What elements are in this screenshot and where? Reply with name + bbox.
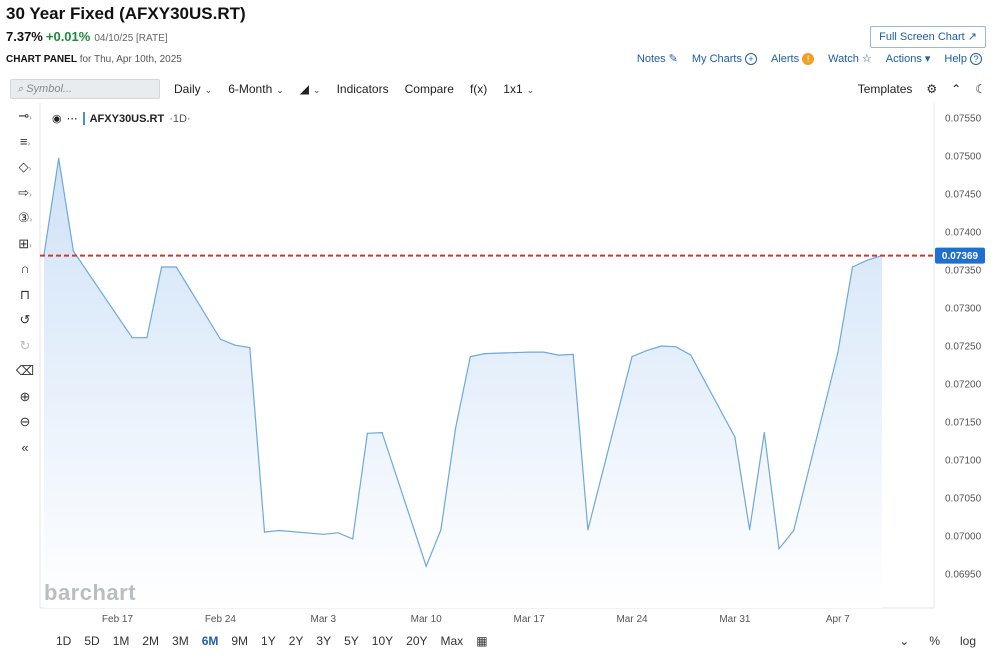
data-point <box>587 529 589 531</box>
range-20y[interactable]: 20Y <box>406 634 427 648</box>
data-point <box>793 529 795 532</box>
data-point <box>469 356 471 358</box>
range-selector: 1D 5D 1M 2M 3M 6M 9M 1Y 2Y 3Y 5Y 10Y 20Y Max ▦ <box>56 634 501 648</box>
data-point <box>646 350 648 352</box>
data-point <box>660 345 663 347</box>
data-point <box>557 354 560 356</box>
bottom-right-controls: ⌄ % log <box>899 634 976 648</box>
data-point <box>572 353 574 355</box>
data-point <box>278 529 280 532</box>
data-point <box>337 532 339 534</box>
data-point <box>175 266 177 268</box>
data-point <box>146 337 148 339</box>
data-point <box>749 529 751 531</box>
data-point <box>381 432 383 434</box>
data-point <box>234 344 236 346</box>
x-tick-label: Feb 17 <box>102 614 134 625</box>
data-point <box>675 346 677 348</box>
data-point <box>734 436 736 438</box>
data-point <box>58 157 60 159</box>
range-1d[interactable]: 1D <box>56 634 71 648</box>
data-point <box>763 432 765 434</box>
price-area <box>44 158 882 608</box>
x-tick-label: Mar 24 <box>616 614 648 625</box>
y-tick-label: 0.07400 <box>945 228 982 239</box>
x-tick-label: Feb 24 <box>205 614 237 625</box>
data-point <box>249 346 251 349</box>
range-3y[interactable]: 3Y <box>316 634 331 648</box>
x-tick-label: Apr 7 <box>826 614 850 625</box>
range-9m[interactable]: 9M <box>231 634 248 648</box>
y-tick-label: 0.07300 <box>945 304 982 315</box>
y-tick-label: 0.07100 <box>945 455 982 466</box>
data-point <box>851 266 854 268</box>
y-tick-label: 0.07500 <box>945 152 982 163</box>
x-tick-label: Mar 3 <box>311 614 337 625</box>
data-point <box>528 351 530 353</box>
percent-toggle[interactable]: % <box>929 634 940 648</box>
y-tick-label: 0.07250 <box>945 342 982 353</box>
legend-timeframe: ·1D· <box>169 112 191 125</box>
data-point <box>631 356 633 358</box>
data-point <box>263 531 266 533</box>
series-color-swatch <box>82 112 85 125</box>
y-tick-label: 0.07050 <box>945 493 982 504</box>
y-tick-label: 0.07350 <box>945 266 982 277</box>
x-tick-label: Mar 17 <box>514 614 546 625</box>
data-point <box>484 353 486 355</box>
range-max[interactable]: Max <box>441 634 464 648</box>
data-point <box>690 354 692 356</box>
range-6m[interactable]: 6M <box>202 634 219 648</box>
range-2y[interactable]: 2Y <box>289 634 304 648</box>
data-point <box>72 250 74 252</box>
barchart-watermark: barchart <box>44 580 137 605</box>
data-point <box>425 565 427 567</box>
data-point <box>161 266 163 268</box>
range-5d[interactable]: 5D <box>84 634 99 648</box>
data-point <box>543 351 545 353</box>
y-tick-label: 0.07000 <box>945 531 982 542</box>
data-point <box>837 352 839 354</box>
data-point <box>866 259 868 261</box>
chart-legend: ◉ ⋯ AFXY30US.RT ·1D· <box>52 112 191 125</box>
data-point <box>440 529 442 531</box>
data-point <box>778 548 780 550</box>
data-point <box>366 432 368 434</box>
range-1m[interactable]: 1M <box>113 634 130 648</box>
range-1y[interactable]: 1Y <box>261 634 276 648</box>
data-point <box>219 338 221 340</box>
log-toggle[interactable]: log <box>960 634 976 648</box>
y-tick-label: 0.07200 <box>945 379 982 390</box>
x-tick-label: Mar 10 <box>411 614 443 625</box>
more-icon[interactable]: ⋯ <box>67 112 78 125</box>
data-point <box>352 538 354 540</box>
y-tick-label: 0.07550 <box>945 114 982 125</box>
eye-icon[interactable]: ◉ <box>52 112 62 125</box>
range-5y[interactable]: 5Y <box>344 634 359 648</box>
price-chart[interactable]: 0.06950 0.07000 0.07050 0.07100 0.07150 0.072… <box>0 0 1000 667</box>
x-tick-label: Mar 31 <box>719 614 751 625</box>
range-10y[interactable]: 10Y <box>372 634 393 648</box>
data-point <box>455 427 457 429</box>
y-tick-label: 0.07150 <box>945 417 982 428</box>
y-tick-label: 0.07450 <box>945 190 982 201</box>
range-3m[interactable]: 3M <box>172 634 189 648</box>
range-2m[interactable]: 2M <box>142 634 159 648</box>
data-point <box>131 337 133 339</box>
double-chevron-down-icon[interactable]: ⌄ <box>899 634 909 648</box>
last-price-label: 0.07369 <box>942 251 979 262</box>
calendar-icon[interactable]: ▦ <box>476 634 487 648</box>
legend-symbol: AFXY30US.RT <box>89 112 165 125</box>
data-point <box>322 533 324 535</box>
y-tick-label: 0.06950 <box>945 569 982 580</box>
